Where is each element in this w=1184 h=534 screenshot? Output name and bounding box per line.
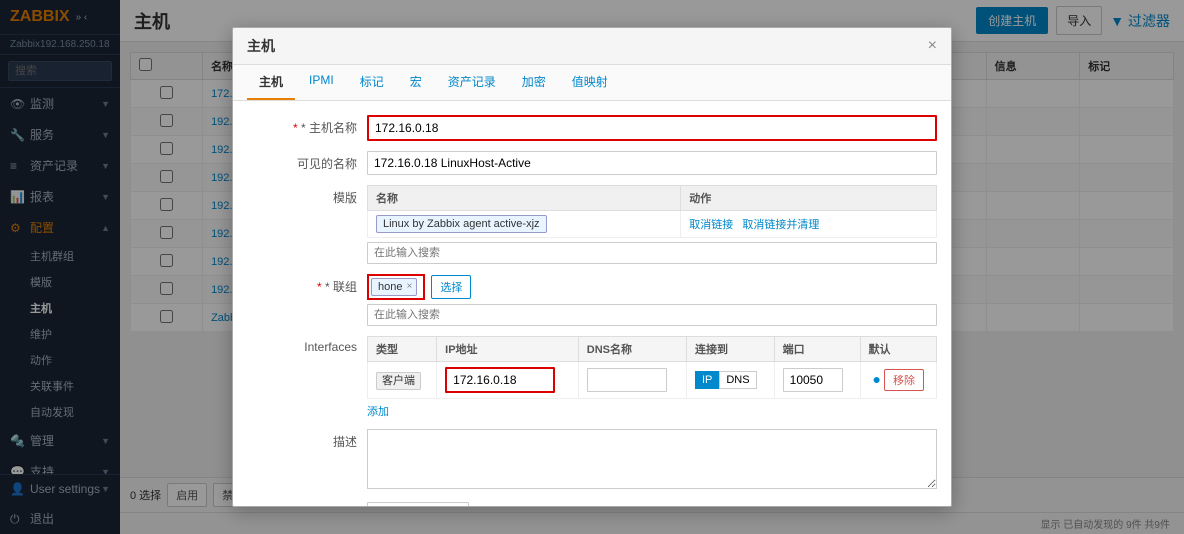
groups-tags-area: hone × 选择 xyxy=(367,274,937,300)
add-interface-link[interactable]: 添加 xyxy=(367,406,389,418)
interfaces-col-port: 端口 xyxy=(774,336,860,361)
modal-title: 主机 xyxy=(247,36,275,56)
templates-control: 名称 动作 Linux by Zabbix agent active-xjz 取… xyxy=(367,185,937,264)
template-name: Linux by Zabbix agent active-xjz xyxy=(376,215,547,233)
interfaces-table: 类型 IP地址 DNS名称 连接到 端口 默认 客户端 xyxy=(367,336,937,399)
group-search-input[interactable] xyxy=(367,304,937,326)
unlink-clear-action[interactable]: 取消链接并清理 xyxy=(742,219,819,231)
interfaces-control: 类型 IP地址 DNS名称 连接到 端口 默认 客户端 xyxy=(367,336,937,419)
tab-assets[interactable]: 资产记录 xyxy=(436,65,508,100)
interfaces-col-ip: IP地址 xyxy=(437,336,579,361)
interfaces-col-default: 默认 xyxy=(860,336,936,361)
proxy-label: 由agent代理程序监测 xyxy=(247,502,367,508)
templates-table: 名称 动作 Linux by Zabbix agent active-xjz 取… xyxy=(367,185,937,238)
template-col-action: 动作 xyxy=(681,185,937,210)
visible-name-row: 可见的名称 xyxy=(247,151,937,175)
ip-toggle-button[interactable]: IP xyxy=(695,371,719,389)
interfaces-col-type: 类型 xyxy=(368,336,437,361)
tab-macros[interactable]: 宏 xyxy=(398,65,434,100)
templates-label: 模版 xyxy=(247,185,367,206)
interfaces-col-connect: 连接到 xyxy=(686,336,774,361)
group-tag-label: hone xyxy=(378,281,402,293)
tab-encrypt[interactable]: 加密 xyxy=(510,65,558,100)
modal-body: * 主机名称 可见的名称 模版 名称 xyxy=(233,101,951,508)
group-tag-remove[interactable]: × xyxy=(406,281,412,292)
template-search-wrap xyxy=(367,242,937,264)
hostname-row: * 主机名称 xyxy=(247,115,937,141)
dns-toggle-button[interactable]: DNS xyxy=(719,371,756,389)
group-tag-item: hone × xyxy=(371,278,417,296)
interface-dns-input[interactable] xyxy=(587,368,667,392)
modal-overlay: 主机 × 主机 IPMI 标记 宏 资产记录 加密 值映射 * 主机名称 可 xyxy=(0,0,1184,534)
interface-type: 客户端 xyxy=(376,372,421,390)
tab-value-mapping[interactable]: 值映射 xyxy=(560,65,620,100)
description-row: 描述 xyxy=(247,429,937,492)
template-search-input[interactable] xyxy=(367,242,937,264)
group-select-button[interactable]: 选择 xyxy=(431,275,471,299)
proxy-select[interactable]: (no proxy) proxy_active xyxy=(367,502,469,508)
visible-name-input[interactable] xyxy=(367,151,937,175)
group-search-wrap xyxy=(367,304,937,326)
interface-ip-input[interactable] xyxy=(445,367,555,393)
hostname-control xyxy=(367,115,937,141)
ip-dns-toggle: IP DNS xyxy=(695,371,757,389)
hostname-input[interactable] xyxy=(367,115,937,141)
host-edit-modal: 主机 × 主机 IPMI 标记 宏 资产记录 加密 值映射 * 主机名称 可 xyxy=(232,27,952,508)
templates-row: 模版 名称 动作 Linux by Zabbix agent active-xj… xyxy=(247,185,937,264)
description-control xyxy=(367,429,937,492)
template-col-name: 名称 xyxy=(368,185,681,210)
modal-header: 主机 × xyxy=(233,28,951,65)
proxy-row: 由agent代理程序监测 (no proxy) proxy_active xyxy=(247,502,937,508)
groups-row: * 联组 hone × 选择 xyxy=(247,274,937,326)
interface-row: 客户端 IP xyxy=(368,361,937,398)
visible-name-label: 可见的名称 xyxy=(247,151,367,172)
interfaces-col-dns: DNS名称 xyxy=(578,336,686,361)
interfaces-row: Interfaces 类型 IP地址 DNS名称 连接到 端口 默认 xyxy=(247,336,937,419)
tab-host[interactable]: 主机 xyxy=(247,65,295,100)
modal-tabs: 主机 IPMI 标记 宏 资产记录 加密 值映射 xyxy=(233,65,951,101)
description-label: 描述 xyxy=(247,429,367,450)
groups-label: * 联组 xyxy=(247,274,367,295)
modal-close-button[interactable]: × xyxy=(928,37,937,55)
tab-tags[interactable]: 标记 xyxy=(348,65,396,100)
unlink-action[interactable]: 取消链接 xyxy=(689,219,733,231)
interface-port-input[interactable] xyxy=(783,368,843,392)
visible-name-control xyxy=(367,151,937,175)
interfaces-label: Interfaces xyxy=(247,336,367,354)
hostname-label: * 主机名称 xyxy=(247,115,367,136)
groups-control: hone × 选择 xyxy=(367,274,937,326)
interface-default-radio[interactable]: ● xyxy=(873,371,881,387)
template-row: Linux by Zabbix agent active-xjz 取消链接 取消… xyxy=(368,210,937,237)
description-textarea[interactable] xyxy=(367,429,937,489)
proxy-control: (no proxy) proxy_active xyxy=(367,502,937,508)
interface-remove-button[interactable]: 移除 xyxy=(884,369,924,391)
tab-ipmi[interactable]: IPMI xyxy=(297,65,346,100)
groups-tag-border: hone × xyxy=(367,274,425,300)
add-interface-wrap: 添加 xyxy=(367,403,937,419)
